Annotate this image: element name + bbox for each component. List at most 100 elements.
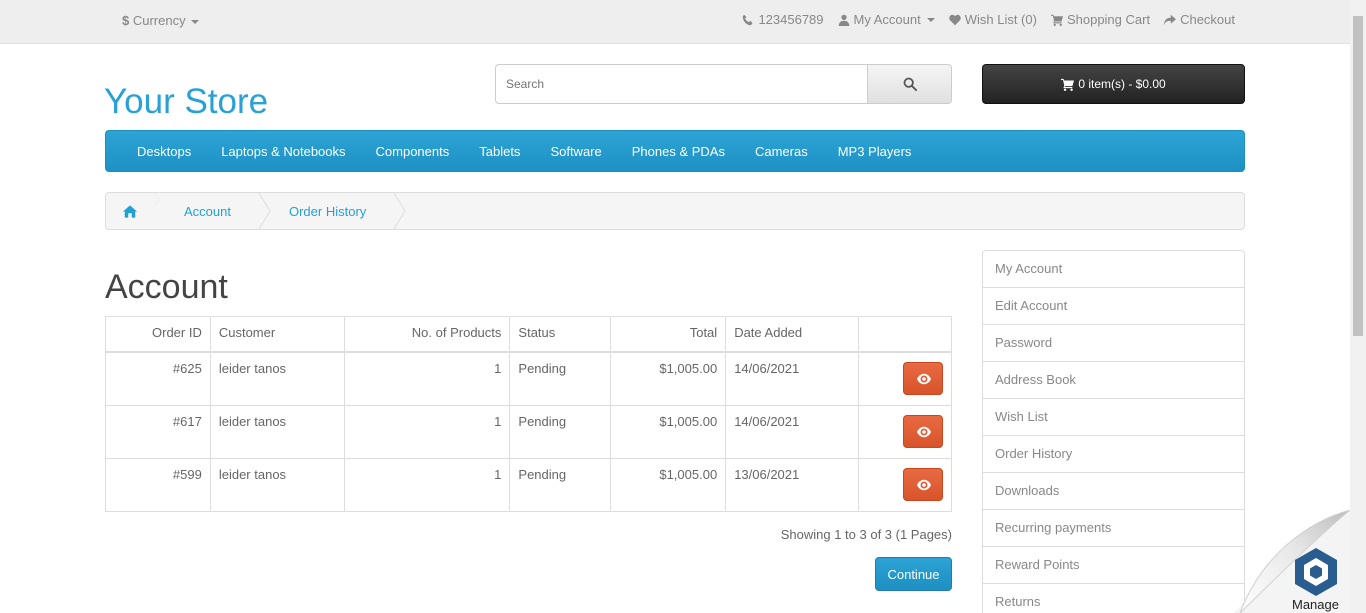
eye-icon bbox=[917, 479, 931, 490]
col-no-of-products: No. of Products bbox=[343, 316, 511, 353]
menu-item-laptops-notebooks[interactable]: Laptops & Notebooks bbox=[206, 144, 360, 159]
cart-icon bbox=[1061, 78, 1075, 91]
breadcrumb-account-label: Account bbox=[184, 203, 231, 219]
status: Pending bbox=[509, 457, 612, 512]
col-total: Total bbox=[610, 316, 727, 353]
product-count: 1 bbox=[343, 404, 511, 459]
total: $1,005.00 bbox=[610, 404, 727, 459]
wish-list-link[interactable]: Wish List (0) bbox=[949, 12, 1037, 27]
sidebar-item-recurring-payments[interactable]: Recurring payments bbox=[983, 510, 1244, 547]
view-order-button[interactable] bbox=[903, 414, 943, 448]
order-id: #599 bbox=[105, 457, 211, 512]
table-row: #625 leider tanos 1 Pending $1,005.00 14… bbox=[105, 351, 952, 406]
home-icon bbox=[123, 204, 137, 218]
customer: leider tanos bbox=[209, 404, 345, 459]
table-header-row: Order ID Customer No. of Products Status… bbox=[105, 316, 952, 353]
search-input[interactable] bbox=[495, 64, 867, 104]
heart-icon bbox=[949, 14, 961, 25]
pagination-info: Showing 1 to 3 of 3 (1 Pages) bbox=[780, 527, 952, 542]
cart-total: 0 item(s) - $0.00 bbox=[1078, 77, 1166, 91]
menu-item-software[interactable]: Software bbox=[535, 144, 616, 159]
top-bar: $ Currency 123456789 My Account Wish Lis… bbox=[0, 0, 1350, 44]
col-status: Status bbox=[509, 316, 612, 353]
search-icon bbox=[903, 77, 917, 91]
total: $1,005.00 bbox=[610, 351, 727, 406]
eye-icon bbox=[917, 426, 931, 437]
col-customer: Customer bbox=[209, 316, 345, 353]
user-icon bbox=[838, 14, 849, 26]
sidebar-item-downloads[interactable]: Downloads bbox=[983, 473, 1244, 510]
sidebar-item-order-history[interactable]: Order History bbox=[983, 436, 1244, 473]
breadcrumb: Account Order History bbox=[105, 192, 1245, 230]
breadcrumb-separator bbox=[394, 193, 406, 229]
breadcrumb-account[interactable]: Account bbox=[154, 193, 271, 229]
wish-list-label: Wish List (0) bbox=[964, 12, 1037, 27]
search-button[interactable] bbox=[867, 64, 952, 104]
order-id: #617 bbox=[105, 404, 211, 459]
action-cell bbox=[858, 404, 952, 459]
status: Pending bbox=[509, 351, 612, 406]
menu-item-tablets[interactable]: Tablets bbox=[464, 144, 535, 159]
breadcrumb-order-history-label: Order History bbox=[288, 203, 367, 219]
phone-icon bbox=[743, 14, 753, 25]
breadcrumb-order-history[interactable]: Order History bbox=[261, 193, 406, 229]
menu-item-cameras[interactable]: Cameras bbox=[740, 144, 823, 159]
menu-item-desktops[interactable]: Desktops bbox=[122, 144, 206, 159]
cart-icon bbox=[1050, 14, 1063, 26]
status: Pending bbox=[509, 404, 612, 459]
currency-label: Currency bbox=[132, 13, 186, 28]
sidebar-item-edit-account[interactable]: Edit Account bbox=[983, 288, 1244, 325]
menu-item-mp3-players[interactable]: MP3 Players bbox=[823, 144, 927, 159]
store-logo[interactable]: Your Store bbox=[104, 82, 268, 122]
scrollbar-thumb[interactable] bbox=[1353, 16, 1363, 336]
share-icon bbox=[1164, 14, 1177, 25]
sidebar-item-reward-points[interactable]: Reward Points bbox=[983, 547, 1244, 584]
action-cell bbox=[858, 351, 952, 406]
product-count: 1 bbox=[343, 457, 511, 512]
date-added: 14/06/2021 bbox=[725, 351, 860, 406]
breadcrumb-home[interactable] bbox=[106, 193, 160, 229]
customer: leider tanos bbox=[209, 351, 345, 406]
product-count: 1 bbox=[343, 351, 511, 406]
col-action bbox=[858, 316, 952, 353]
sidebar-item-my-account[interactable]: My Account bbox=[983, 251, 1244, 288]
date-added: 13/06/2021 bbox=[725, 457, 860, 512]
shopping-cart-label: Shopping Cart bbox=[1066, 12, 1151, 27]
order-history-table: Order ID Customer No. of Products Status… bbox=[105, 316, 952, 512]
total: $1,005.00 bbox=[610, 457, 727, 512]
customer: leider tanos bbox=[209, 457, 345, 512]
main-menu: Desktops Laptops & Notebooks Components … bbox=[105, 130, 1245, 172]
view-order-button[interactable] bbox=[903, 467, 943, 501]
checkout-label: Checkout bbox=[1180, 12, 1235, 27]
page-scrollbar[interactable] bbox=[1350, 0, 1366, 613]
my-account-dropdown[interactable]: My Account bbox=[838, 12, 935, 27]
table-row: #617 leider tanos 1 Pending $1,005.00 14… bbox=[105, 404, 952, 459]
sidebar-item-address-book[interactable]: Address Book bbox=[983, 362, 1244, 399]
account-sidebar: My Account Edit Account Password Address… bbox=[982, 250, 1245, 613]
view-order-button[interactable] bbox=[903, 361, 943, 395]
search-bar bbox=[495, 64, 952, 104]
sidebar-item-wish-list[interactable]: Wish List bbox=[983, 399, 1244, 436]
menu-item-components[interactable]: Components bbox=[361, 144, 465, 159]
menu-item-phones-pdas[interactable]: Phones & PDAs bbox=[617, 144, 740, 159]
currency-symbol: $ bbox=[122, 13, 130, 28]
table-row: #599 leider tanos 1 Pending $1,005.00 13… bbox=[105, 457, 952, 512]
sidebar-item-password[interactable]: Password bbox=[983, 325, 1244, 362]
order-id: #625 bbox=[105, 351, 211, 406]
col-order-id: Order ID bbox=[105, 316, 211, 353]
phone-link[interactable]: 123456789 bbox=[742, 12, 824, 27]
shopping-cart-link[interactable]: Shopping Cart bbox=[1050, 12, 1151, 27]
date-added: 14/06/2021 bbox=[725, 404, 860, 459]
cart-button[interactable]: 0 item(s) - $0.00 bbox=[982, 64, 1245, 104]
col-date-added: Date Added bbox=[725, 316, 860, 353]
checkout-link[interactable]: Checkout bbox=[1164, 12, 1235, 27]
sidebar-item-returns[interactable]: Returns bbox=[983, 584, 1244, 613]
my-account-label: My Account bbox=[853, 12, 921, 27]
manage-label[interactable]: Manage bbox=[1292, 597, 1339, 612]
currency-dropdown[interactable]: $ Currency bbox=[122, 13, 200, 28]
continue-button[interactable]: Continue bbox=[875, 557, 952, 591]
caret-down-icon bbox=[191, 19, 200, 24]
eye-icon bbox=[917, 373, 931, 384]
phone-number: 123456789 bbox=[758, 12, 824, 27]
caret-down-icon bbox=[926, 17, 935, 22]
